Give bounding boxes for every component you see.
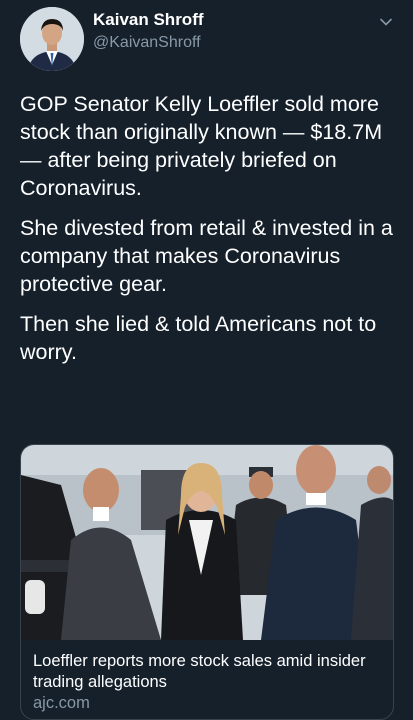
tweet-paragraph: Then she lied & told Americans not to wo…	[20, 312, 377, 364]
user-handle[interactable]: @KaivanShroff	[93, 34, 201, 52]
card-domain: ajc.com	[33, 694, 90, 712]
tweet-paragraph: She divested from retail & invested in a…	[20, 216, 393, 296]
link-card[interactable]: Loeffler reports more stock sales amid i…	[20, 444, 394, 720]
profile-photo-icon	[20, 7, 84, 71]
chevron-down-icon[interactable]	[378, 14, 394, 30]
card-title[interactable]: Loeffler reports more stock sales amid i…	[33, 651, 383, 693]
avatar[interactable]	[20, 7, 84, 71]
tweet-paragraph: GOP Senator Kelly Loeffler sold more sto…	[20, 92, 383, 200]
display-name[interactable]: Kaivan Shroff	[93, 10, 204, 30]
article-photo[interactable]	[21, 445, 393, 640]
tweet-text: GOP Senator Kelly Loeffler sold more sto…	[20, 90, 400, 378]
